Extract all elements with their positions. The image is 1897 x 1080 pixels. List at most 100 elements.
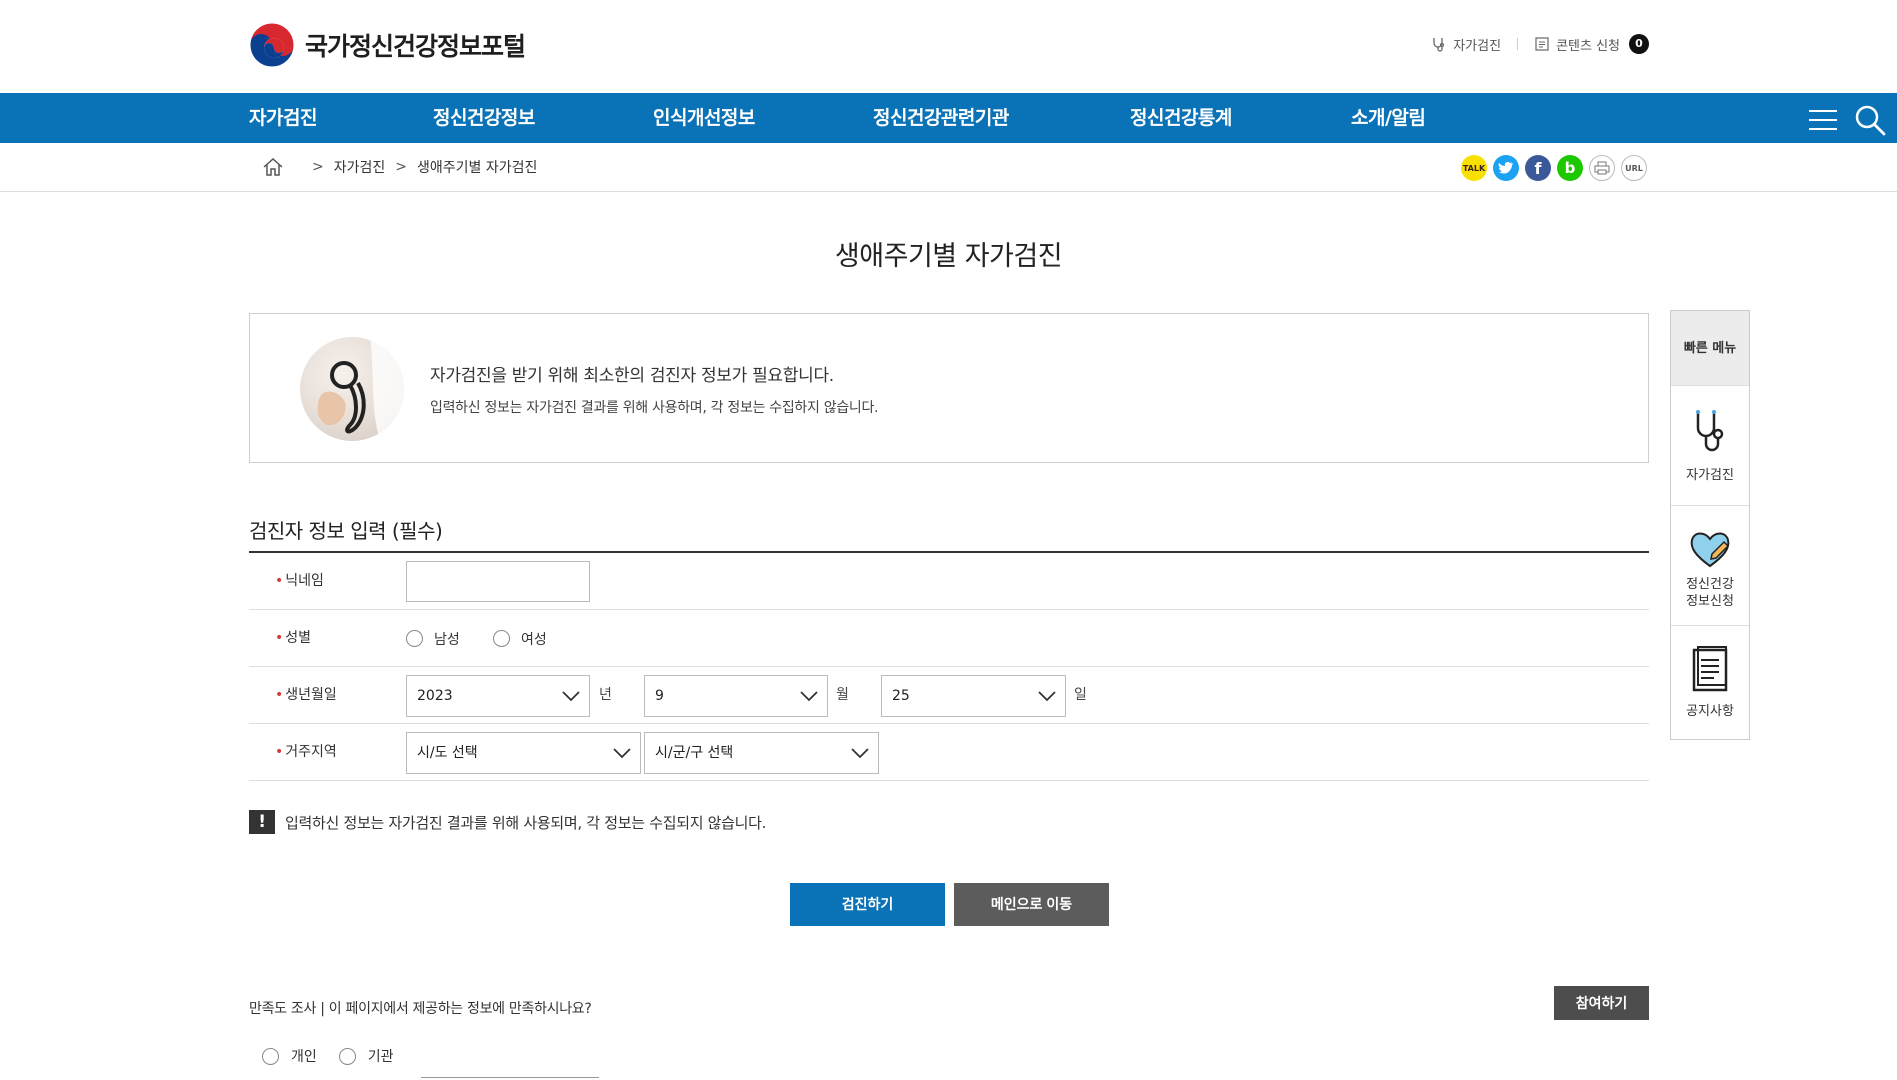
document-icon xyxy=(1535,37,1549,51)
breadcrumb-separator: > xyxy=(312,159,324,175)
heart-pencil-icon xyxy=(1690,532,1730,568)
quick-item-selfcheck-label: 자가검진 xyxy=(1686,468,1734,483)
survey-radio-individual[interactable] xyxy=(262,1047,279,1065)
exclamation-icon: ! xyxy=(249,810,275,834)
quick-item-selfcheck[interactable]: 자가검진 xyxy=(1671,386,1749,506)
region-sido-value: 시/도 선택 xyxy=(417,745,478,761)
privacy-notice-text: 입력하신 정보는 자가검진 결과를 위해 사용되며, 각 정보는 수집되지 않습… xyxy=(285,813,767,832)
nickname-input[interactable] xyxy=(406,561,590,602)
gnb-item-selfcheck[interactable]: 자가검진 xyxy=(249,93,317,143)
form-row-gender: • 성별 남성 여성 xyxy=(249,610,1649,667)
utility-links: 자가검진 콘텐츠 신청 0 xyxy=(1431,34,1649,54)
chevron-down-icon xyxy=(800,691,818,702)
util-content-request-label: 콘텐츠 신청 xyxy=(1556,38,1620,54)
month-unit: 월 xyxy=(836,687,849,703)
gnb-item-about-notice[interactable]: 소개/알림 xyxy=(1351,93,1426,143)
year-unit: 년 xyxy=(599,687,612,703)
gnb-item-awareness-info[interactable]: 인식개선정보 xyxy=(653,93,755,143)
quick-menu: 빠른 메뉴 자가검진 정신건강 정보신청 공지사항 xyxy=(1670,310,1750,740)
gender-male-label: 남성 xyxy=(434,631,460,648)
birth-year-select[interactable]: 2023 xyxy=(406,675,590,717)
region-sido-select[interactable]: 시/도 선택 xyxy=(406,732,641,774)
page-title: 생애주기별 자가검진 xyxy=(834,241,1063,272)
breadcrumb: > 자가검진 > 생애주기별 자가검진 xyxy=(262,157,537,177)
survey-options: 개인 기관 xyxy=(262,1046,394,1066)
kakaotalk-share-icon[interactable]: TALK xyxy=(1461,155,1487,181)
birth-day-value: 25 xyxy=(892,688,910,704)
main-navigation: 자가검진 정신건강정보 인식개선정보 정신건강관련기관 정신건강통계 소개/알림 xyxy=(0,93,1897,143)
stethoscope-icon xyxy=(1696,410,1724,452)
quick-menu-title: 빠른 메뉴 xyxy=(1671,311,1749,386)
info-main-text: 자가검진을 받기 위해 최소한의 검진자 정보가 필요합니다. xyxy=(430,366,834,386)
gender-radio-female[interactable]: 여성 xyxy=(493,610,547,667)
info-box: 자가검진을 받기 위해 최소한의 검진자 정보가 필요합니다. 입력하신 정보는… xyxy=(249,313,1649,463)
print-icon[interactable] xyxy=(1589,155,1615,181)
form-row-region: • 거주지역 시/도 선택 시/군/구 선택 xyxy=(249,724,1649,781)
chevron-down-icon xyxy=(1038,691,1056,702)
logo-text: 국가정신건강정보포털 xyxy=(305,32,526,61)
gnb-item-statistics[interactable]: 정신건강통계 xyxy=(1130,93,1232,143)
facebook-share-icon[interactable]: f xyxy=(1525,155,1551,181)
region-sigungu-value: 시/군/구 선택 xyxy=(655,745,734,761)
go-main-button[interactable]: 메인으로 이동 xyxy=(954,883,1109,926)
breadcrumb-item-current: 생애주기별 자가검진 xyxy=(417,160,538,176)
clipboard-icon xyxy=(1692,646,1728,692)
birthdate-label: • 생년월일 xyxy=(275,687,337,703)
doctor-stethoscope-image xyxy=(300,337,404,441)
survey-individual-label: 개인 xyxy=(291,1049,317,1065)
site-logo[interactable]: 국가정신건강정보포털 xyxy=(249,22,526,68)
day-unit: 일 xyxy=(1074,687,1087,703)
top-header: 국가정신건강정보포털 자가검진 콘텐츠 신청 0 xyxy=(0,0,1897,93)
birth-month-value: 9 xyxy=(655,688,664,704)
taegeuk-logo-icon xyxy=(249,22,295,68)
gender-female-label: 여성 xyxy=(521,631,547,648)
breadcrumb-separator: > xyxy=(395,159,407,175)
chevron-down-icon xyxy=(851,748,869,759)
form-row-birthdate: • 생년월일 2023 년 9 월 25 일 xyxy=(249,667,1649,724)
radio-circle[interactable] xyxy=(406,630,423,647)
quick-item-notice-label: 공지사항 xyxy=(1686,704,1734,719)
quick-item-notice[interactable]: 공지사항 xyxy=(1671,626,1749,740)
survey-organization-label: 기관 xyxy=(367,1049,394,1065)
region-sigungu-select[interactable]: 시/군/구 선택 xyxy=(644,732,879,774)
start-check-button[interactable]: 검진하기 xyxy=(790,883,945,926)
util-selfcheck-label: 자가검진 xyxy=(1453,38,1502,54)
stethoscope-icon xyxy=(1433,38,1445,52)
gender-label: • 성별 xyxy=(275,630,312,646)
radio-circle[interactable] xyxy=(493,630,510,647)
region-label: • 거주지역 xyxy=(275,744,337,760)
twitter-share-icon[interactable] xyxy=(1493,155,1519,181)
birth-month-select[interactable]: 9 xyxy=(644,675,828,717)
survey-join-button[interactable]: 참여하기 xyxy=(1554,986,1649,1020)
breadcrumb-item-selfcheck[interactable]: 자가검진 xyxy=(334,157,386,177)
nickname-label: • 닉네임 xyxy=(275,573,324,589)
url-copy-icon[interactable]: URL xyxy=(1621,155,1647,181)
quick-item-info-request[interactable]: 정신건강 정보신청 xyxy=(1671,506,1749,626)
survey-question: 만족도 조사 | 이 페이지에서 제공하는 정보에 만족하시나요? xyxy=(249,1001,592,1017)
survey-input-underline[interactable] xyxy=(421,1077,599,1078)
util-content-request-link[interactable]: 콘텐츠 신청 0 xyxy=(1534,34,1649,54)
chevron-down-icon xyxy=(613,748,631,759)
search-icon[interactable] xyxy=(1853,103,1887,137)
util-divider xyxy=(1517,38,1519,50)
survey-radio-organization[interactable] xyxy=(338,1047,356,1065)
form-row-nickname: • 닉네임 xyxy=(249,553,1649,610)
quick-item-info-request-label: 정신건강 정보신청 xyxy=(1686,577,1734,609)
info-sub-text: 입력하신 정보는 자가검진 결과를 위해 사용하며, 각 정보는 수집하지 않습… xyxy=(430,400,879,416)
examinee-info-form: • 닉네임 • 성별 남성 여성 • 생년월일 2023 년 9 월 25 일 • xyxy=(249,551,1649,781)
gnb-item-mental-health-info[interactable]: 정신건강정보 xyxy=(433,93,535,143)
util-selfcheck-link[interactable]: 자가검진 xyxy=(1431,35,1501,54)
birth-day-select[interactable]: 25 xyxy=(881,675,1066,717)
gender-radio-male[interactable]: 남성 xyxy=(406,610,460,667)
form-title: 검진자 정보 입력 (필수) xyxy=(249,519,443,543)
band-share-icon[interactable]: b xyxy=(1557,155,1583,181)
gnb-item-related-institutions[interactable]: 정신건강관련기관 xyxy=(873,93,1009,143)
birth-year-value: 2023 xyxy=(417,688,453,704)
home-icon[interactable] xyxy=(262,157,284,177)
privacy-notice: ! 입력하신 정보는 자가검진 결과를 위해 사용되며, 각 정보는 수집되지 … xyxy=(249,810,766,834)
hamburger-menu-icon[interactable] xyxy=(1807,105,1839,135)
chevron-down-icon xyxy=(562,691,580,702)
breadcrumb-bar: > 자가검진 > 생애주기별 자가검진 TALK f b URL xyxy=(0,143,1897,192)
share-buttons: TALK f b URL xyxy=(1461,155,1653,181)
gnb-tools xyxy=(1807,103,1887,137)
